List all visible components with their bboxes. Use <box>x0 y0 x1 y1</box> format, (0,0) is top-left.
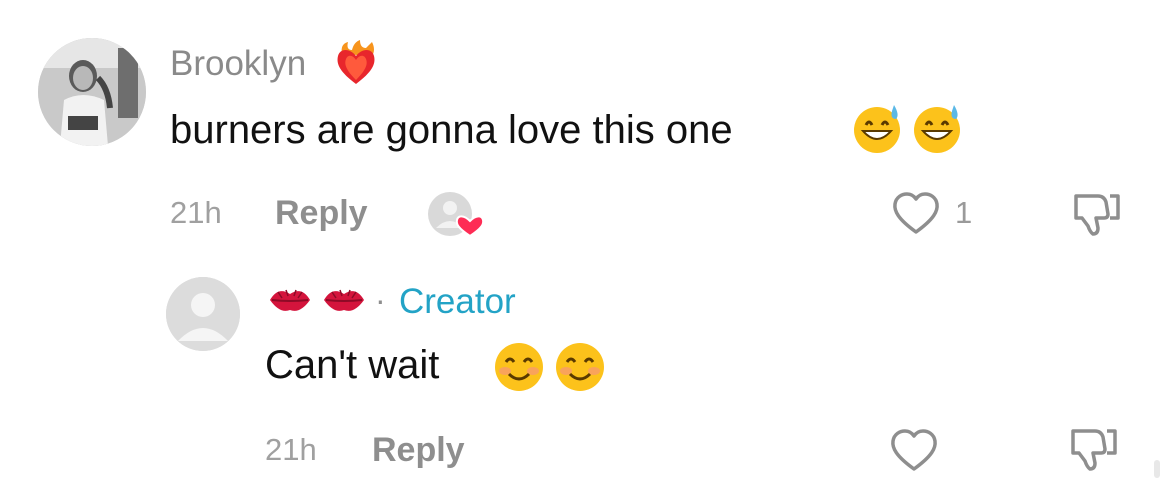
reply-button[interactable]: Reply <box>275 193 368 233</box>
reply-button[interactable]: Reply <box>372 430 465 470</box>
liked-by-creator-icon <box>428 192 485 238</box>
grinning-sweat-emoji <box>914 105 960 153</box>
creator-badge: Creator <box>399 282 516 321</box>
comment-timestamp: 21h <box>265 432 317 467</box>
dislike-icon[interactable] <box>1065 423 1121 475</box>
heart-on-fire-icon <box>337 40 375 84</box>
kiss-mark-icon <box>270 289 310 311</box>
separator-dot: · <box>375 282 386 318</box>
comment-timestamp: 21h <box>170 195 222 230</box>
comment-text: Can't wait <box>265 343 440 387</box>
like-count: 1 <box>955 195 973 230</box>
smiling-blush-emoji <box>556 343 604 391</box>
avatar-photo <box>38 38 146 146</box>
heart-outline-icon[interactable] <box>890 188 942 238</box>
kiss-mark-icon <box>324 289 364 311</box>
dislike-icon[interactable] <box>1068 188 1124 240</box>
comment-username[interactable]: Brooklyn <box>170 44 306 84</box>
grinning-sweat-emoji <box>854 105 900 153</box>
comment-text: burners are gonna love this one <box>170 108 733 152</box>
smiling-blush-emoji <box>495 343 543 391</box>
avatar-brooklyn[interactable] <box>38 38 146 146</box>
scrollbar[interactable] <box>1154 460 1160 478</box>
heart-outline-icon[interactable] <box>888 425 940 475</box>
default-avatar-icon <box>166 277 240 351</box>
avatar-creator[interactable] <box>166 277 240 351</box>
